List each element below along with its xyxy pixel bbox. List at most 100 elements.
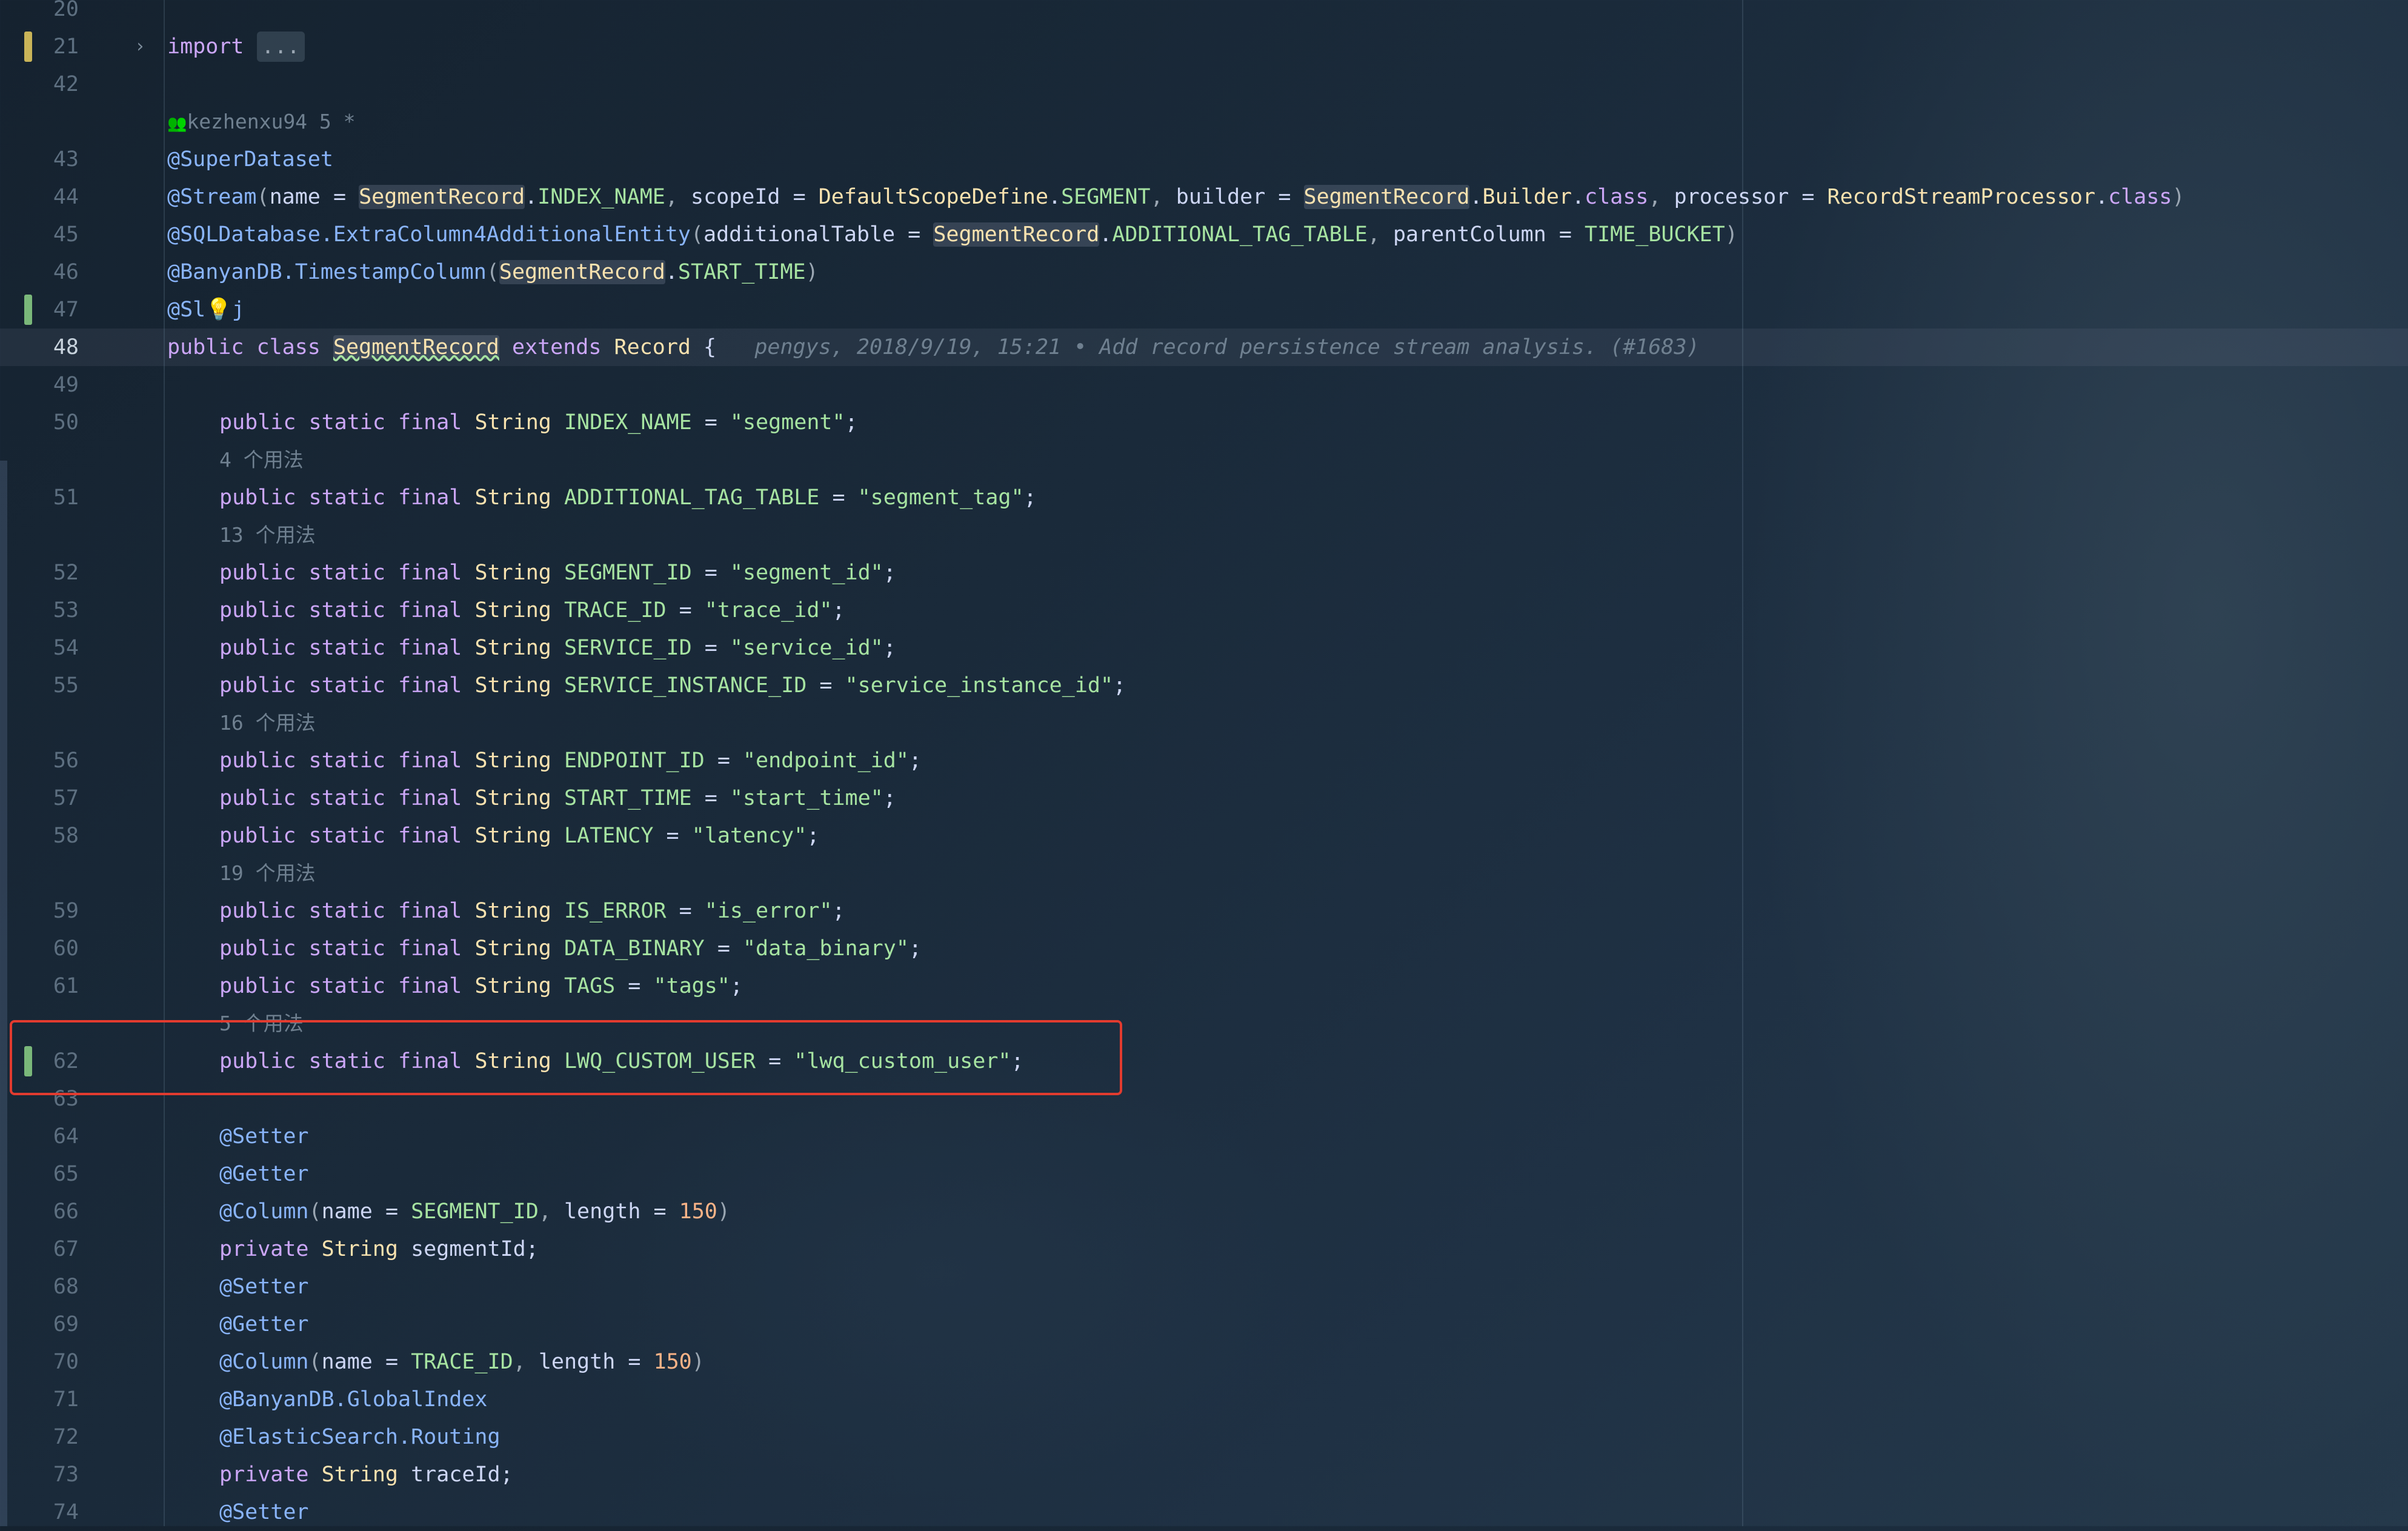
code-line[interactable]: 58 public static final String LATENCY = "… xyxy=(0,817,2408,855)
line-number: 66 xyxy=(53,1199,79,1224)
code-line[interactable]: 61 public static final String TAGS = "tag… xyxy=(0,967,2408,1005)
line-number: 48 xyxy=(53,335,79,359)
code-text[interactable]: @SQLDatabase.ExtraColumn4AdditionalEntit… xyxy=(167,216,1738,253)
code-token: public class xyxy=(167,335,333,359)
code-text[interactable]: public static final String SERVICE_ID = … xyxy=(219,629,896,667)
code-text[interactable]: @Column(name = SEGMENT_ID, length = 150) xyxy=(219,1193,730,1230)
usage-hint[interactable]: 16 个用法 xyxy=(219,704,316,742)
line-number: 58 xyxy=(53,824,79,848)
code-text[interactable]: @BanyanDB.TimestampColumn(SegmentRecord.… xyxy=(167,253,819,291)
code-line[interactable]: 72 @ElasticSearch.Routing xyxy=(0,1418,2408,1456)
code-text[interactable]: private String segmentId; xyxy=(219,1230,539,1268)
code-line[interactable]: 42 xyxy=(0,65,2408,103)
line-number: 49 xyxy=(53,373,79,397)
code-line[interactable]: 67 private String segmentId; xyxy=(0,1230,2408,1268)
fold-chevron-icon[interactable]: › xyxy=(135,28,145,65)
code-text[interactable]: public static final String LATENCY = "la… xyxy=(219,817,819,855)
code-text[interactable]: public static final String TRACE_ID = "t… xyxy=(219,592,845,629)
code-line[interactable]: 47 @Sl💡j xyxy=(0,291,2408,329)
code-token: @Setter xyxy=(219,1124,309,1149)
code-line[interactable]: 20 xyxy=(0,0,2408,28)
code-line[interactable]: 53 public static final String TRACE_ID = … xyxy=(0,592,2408,629)
code-token: @Column xyxy=(219,1350,309,1374)
inlay-hint-row[interactable]: 13 个用法 xyxy=(0,516,2408,554)
code-line[interactable]: 56 public static final String ENDPOINT_ID… xyxy=(0,742,2408,779)
code-line[interactable]: 65 @Getter xyxy=(0,1155,2408,1193)
code-text[interactable]: @Column(name = TRACE_ID, length = 150) xyxy=(219,1343,705,1381)
inlay-hint-row[interactable]: 👥kezhenxu94 5 * xyxy=(0,103,2408,141)
code-text[interactable]: @ElasticSearch.Routing xyxy=(219,1418,501,1456)
code-text[interactable]: @Getter xyxy=(219,1306,309,1343)
code-token: ; xyxy=(1113,673,1126,698)
code-token: class xyxy=(2108,185,2172,209)
code-token: ; xyxy=(883,561,896,585)
code-text[interactable]: import ... xyxy=(167,28,305,65)
code-line[interactable]: 45 @SQLDatabase.ExtraColumn4AdditionalEnt… xyxy=(0,216,2408,253)
usage-hint[interactable]: 👥kezhenxu94 5 * xyxy=(167,103,356,142)
inlay-hint-row[interactable]: 4 个用法 xyxy=(0,441,2408,479)
code-line[interactable]: 49 xyxy=(0,366,2408,404)
code-line[interactable]: 73 private String traceId; xyxy=(0,1456,2408,1493)
code-text[interactable]: public static final String TAGS = "tags"… xyxy=(219,967,743,1005)
code-line[interactable]: 69 @Getter xyxy=(0,1306,2408,1343)
code-text[interactable]: public static final String INDEX_NAME = … xyxy=(219,404,858,441)
code-line[interactable]: 60 public static final String DATA_BINARY… xyxy=(0,930,2408,967)
code-line[interactable]: 51 public static final String ADDITIONAL_… xyxy=(0,479,2408,516)
code-line[interactable]: 64 @Setter xyxy=(0,1118,2408,1155)
code-token: DefaultScopeDefine xyxy=(818,185,1049,209)
code-token: SEGMENT_ID xyxy=(411,1199,539,1224)
code-line[interactable]: 21 › import ... xyxy=(0,28,2408,65)
inlay-hint-row[interactable]: 16 个用法 xyxy=(0,704,2408,742)
code-token: String xyxy=(474,561,551,585)
code-text[interactable]: @Setter xyxy=(219,1268,309,1306)
code-line[interactable]: 68 @Setter xyxy=(0,1268,2408,1306)
code-line[interactable]: 55 public static final String SERVICE_INS… xyxy=(0,667,2408,704)
usage-hint[interactable]: 19 个用法 xyxy=(219,855,316,892)
usage-hint[interactable]: 4 个用法 xyxy=(219,441,304,479)
code-token: ( xyxy=(486,260,499,284)
code-token: , xyxy=(1648,185,1674,209)
code-text[interactable]: public class SegmentRecord extends Recor… xyxy=(167,329,1700,366)
usage-hint[interactable]: 13 个用法 xyxy=(219,516,316,554)
code-text[interactable]: public static final String IS_ERROR = "i… xyxy=(219,892,845,930)
code-line[interactable]: 59 public static final String IS_ERROR = … xyxy=(0,892,2408,930)
code-line[interactable]: 74 @Setter xyxy=(0,1493,2408,1531)
code-text[interactable]: @Sl💡j xyxy=(167,291,245,329)
code-text[interactable]: public static final String ENDPOINT_ID =… xyxy=(219,742,922,779)
code-token: ; xyxy=(832,598,845,622)
code-token: name xyxy=(321,1350,373,1374)
code-text[interactable]: public static final String START_TIME = … xyxy=(219,779,896,817)
code-token: ; xyxy=(525,1237,539,1261)
code-line[interactable]: 52 public static final String SEGMENT_ID … xyxy=(0,554,2408,592)
code-line[interactable]: 66 @Column(name = SEGMENT_ID, length = 15… xyxy=(0,1193,2408,1230)
code-line[interactable]: 43 @SuperDataset xyxy=(0,141,2408,178)
code-token: public static final xyxy=(219,974,475,998)
code-text[interactable]: @Setter xyxy=(219,1118,309,1155)
code-text[interactable]: public static final String SERVICE_INSTA… xyxy=(219,667,1126,704)
code-line[interactable]: 46 @BanyanDB.TimestampColumn(SegmentRecor… xyxy=(0,253,2408,291)
code-editor[interactable]: 20 21 › import ... 42 👥kezhenxu94 5 * 43 @Super… xyxy=(0,0,2408,1526)
line-number: 20 xyxy=(53,0,79,21)
code-line[interactable]: 70 @Column(name = TRACE_ID, length = 150) xyxy=(0,1343,2408,1381)
code-line[interactable]: 50 public static final String INDEX_NAME … xyxy=(0,404,2408,441)
code-line[interactable]: 71 @BanyanDB.GlobalIndex xyxy=(0,1381,2408,1418)
inlay-hint-row[interactable]: 19 个用法 xyxy=(0,855,2408,892)
code-text[interactable]: @SuperDataset xyxy=(167,141,333,178)
code-text[interactable]: @Stream(name = SegmentRecord.INDEX_NAME,… xyxy=(167,178,2185,216)
code-line[interactable]: 48 public class SegmentRecord extends Rec… xyxy=(0,329,2408,366)
line-number: 45 xyxy=(53,222,79,247)
code-text[interactable]: private String traceId; xyxy=(219,1456,513,1493)
code-text[interactable]: public static final String DATA_BINARY =… xyxy=(219,930,922,967)
code-text[interactable]: @BanyanDB.GlobalIndex xyxy=(219,1381,488,1418)
code-token: ADDITIONAL_TAG_TABLE xyxy=(1112,222,1368,247)
code-token: , xyxy=(1150,185,1176,209)
usage-hint-text: 4 个用法 xyxy=(219,448,304,472)
code-token: @SQLDatabase.ExtraColumn4AdditionalEntit… xyxy=(167,222,691,247)
code-text[interactable]: public static final String ADDITIONAL_TA… xyxy=(219,479,1037,516)
code-line[interactable]: 57 public static final String START_TIME … xyxy=(0,779,2408,817)
code-text[interactable]: public static final String SEGMENT_ID = … xyxy=(219,554,896,592)
code-text[interactable]: @Setter xyxy=(219,1493,309,1531)
code-line[interactable]: 44 @Stream(name = SegmentRecord.INDEX_NAM… xyxy=(0,178,2408,216)
code-text[interactable]: @Getter xyxy=(219,1155,309,1193)
code-line[interactable]: 54 public static final String SERVICE_ID … xyxy=(0,629,2408,667)
